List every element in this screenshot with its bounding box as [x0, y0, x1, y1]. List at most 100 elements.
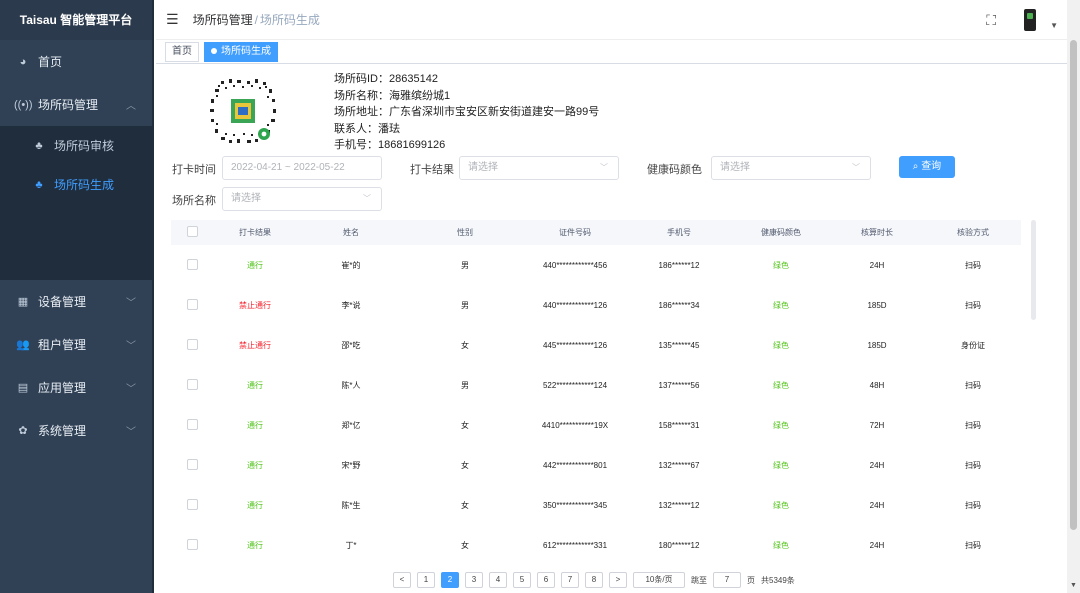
table-cell: 72H	[829, 405, 925, 445]
column-header: 打卡结果	[213, 220, 297, 245]
cell-name: 陈*人	[341, 380, 361, 390]
row-checkbox[interactable]	[186, 258, 198, 270]
hamburger-icon[interactable]: ☰	[166, 11, 179, 28]
tag-label: 场所码生成	[221, 45, 271, 57]
cell-gender: 男	[461, 380, 469, 390]
column-header: 姓名	[297, 220, 405, 245]
venue-address: 场所地址：广东省深圳市宝安区新安街道建安一路99号	[334, 106, 600, 118]
row-select-cell[interactable]	[171, 485, 213, 525]
query-button[interactable]: ⌕ 查询	[899, 156, 955, 178]
chevron-down-icon: ﹀	[126, 298, 136, 309]
sidebar-item-home[interactable]: ◕ 首页	[0, 40, 152, 83]
table-cell: 扫码	[925, 405, 1021, 445]
table-cell: 通行	[213, 445, 297, 485]
date-range-input[interactable]: 2022-04-21 ~ 2022-05-22	[222, 156, 382, 180]
table-cell: 绿色	[733, 445, 829, 485]
table-cell: 丁*	[297, 525, 405, 565]
row-checkbox[interactable]	[186, 378, 198, 390]
row-checkbox[interactable]	[186, 458, 198, 470]
page-scrollbar[interactable]: ▼	[1067, 0, 1080, 593]
cell-phone: 132******67	[658, 460, 700, 470]
cell-phone: 137******56	[658, 380, 700, 390]
sidebar-item-app-management[interactable]: ▤ 应用管理 ﹀	[0, 366, 152, 409]
health-code-select[interactable]: 请选择 ﹀	[711, 156, 871, 180]
page-button[interactable]: 8	[585, 572, 603, 588]
sidebar-item-system-management[interactable]: ✿ 系统管理 ﹀	[0, 409, 152, 452]
page-button[interactable]: 5	[513, 572, 531, 588]
caret-down-icon[interactable]: ▼	[1050, 21, 1058, 30]
sidebar-item-venue-audit[interactable]: ♣ 场所码审核	[0, 126, 152, 165]
cell-color: 绿色	[773, 540, 789, 550]
sidebar-item-tenant-management[interactable]: 👥 租户管理 ﹀	[0, 323, 152, 366]
cell-phone: 158******31	[658, 420, 700, 430]
venue-id: 场所码ID：28635142	[334, 73, 438, 85]
row-select-cell[interactable]	[171, 365, 213, 405]
sidebar-item-venue-management[interactable]: ((•)) 场所码管理 ︿	[0, 83, 152, 126]
page-size-select[interactable]: 10条/页	[633, 572, 685, 588]
cell-method: 扫码	[965, 540, 981, 550]
tag-home[interactable]: 首页	[165, 41, 199, 62]
row-select-cell[interactable]	[171, 285, 213, 325]
select-all-cell[interactable]	[171, 220, 213, 245]
page-button[interactable]: 3	[465, 572, 483, 588]
dot-icon	[211, 47, 217, 54]
page-button[interactable]: 2	[441, 572, 459, 588]
row-checkbox[interactable]	[186, 418, 198, 430]
cell-gender: 女	[461, 460, 469, 470]
table-cell: 440************456	[525, 245, 625, 285]
table-cell: 48H	[829, 365, 925, 405]
sidebar-item-venue-generate[interactable]: ♣ 场所码生成	[0, 165, 152, 204]
row-select-cell[interactable]	[171, 525, 213, 565]
cell-id: 4410***********19X	[541, 420, 609, 430]
breadcrumb-parent[interactable]: 场所码管理	[193, 13, 253, 27]
row-select-cell[interactable]	[171, 325, 213, 365]
cell-name: 丁*	[345, 540, 357, 550]
check-result-select[interactable]: 请选择 ﹀	[459, 156, 619, 180]
page-button[interactable]: 6	[537, 572, 555, 588]
next-page-button[interactable]: >	[609, 572, 627, 588]
tree-icon: ♣	[35, 178, 43, 191]
tag-current[interactable]: 场所码生成	[204, 41, 278, 62]
jump-page-input[interactable]: 7	[713, 572, 741, 588]
chevron-down-icon: ﹀	[600, 163, 608, 172]
row-checkbox[interactable]	[186, 298, 198, 310]
users-icon: 👥	[16, 339, 30, 351]
table-cell: 崔*的	[297, 245, 405, 285]
row-checkbox[interactable]	[186, 498, 198, 510]
cell-name: 崔*的	[341, 260, 361, 270]
cell-id: 440************126	[542, 300, 608, 310]
fullscreen-icon[interactable]: ⛶	[986, 12, 996, 29]
prev-page-button[interactable]: <	[393, 572, 411, 588]
sidebar-item-label: 租户管理	[38, 338, 87, 352]
cell-phone: 180******12	[658, 540, 700, 550]
page-button[interactable]: 7	[561, 572, 579, 588]
row-select-cell[interactable]	[171, 445, 213, 485]
cell-duration: 24H	[869, 540, 885, 550]
cell-phone: 135******45	[658, 340, 700, 350]
cell-phone: 132******12	[658, 500, 700, 510]
avatar[interactable]	[1024, 9, 1037, 31]
row-checkbox[interactable]	[186, 538, 198, 550]
table-row: 禁止通行 李*说 男 440************126 186******34 绿色 1…	[171, 285, 1021, 325]
table-scrollbar[interactable]	[1031, 220, 1036, 320]
page-button[interactable]: 1	[417, 572, 435, 588]
scroll-down-icon[interactable]: ▼	[1070, 582, 1077, 589]
health-code-label: 健康码颜色	[647, 164, 702, 176]
cell-color: 绿色	[773, 500, 789, 510]
row-checkbox[interactable]	[186, 338, 198, 350]
cell-method: 扫码	[965, 420, 981, 430]
select-all-checkbox[interactable]	[186, 226, 198, 237]
table-row: 禁止通行 邵*吃 女 445************126 135******45 绿色 1…	[171, 325, 1021, 365]
row-select-cell[interactable]	[171, 245, 213, 285]
scrollbar-thumb[interactable]	[1070, 40, 1077, 530]
sidebar-item-label: 首页	[38, 55, 63, 69]
row-select-cell[interactable]	[171, 405, 213, 445]
table-cell: 郑*亿	[297, 405, 405, 445]
cell-result: 禁止通行	[239, 340, 271, 350]
pagination: < 12345678 > 10条/页 跳至 7 页 共5349条	[393, 572, 795, 588]
venue-name-select[interactable]: 请选择 ﹀	[222, 187, 382, 211]
table-row: 通行 宋*野 女 442************801 132******67 绿色 24H…	[171, 445, 1021, 485]
cell-result: 通行	[247, 380, 263, 390]
page-button[interactable]: 4	[489, 572, 507, 588]
sidebar-item-device-management[interactable]: ▦ 设备管理 ﹀	[0, 280, 152, 323]
